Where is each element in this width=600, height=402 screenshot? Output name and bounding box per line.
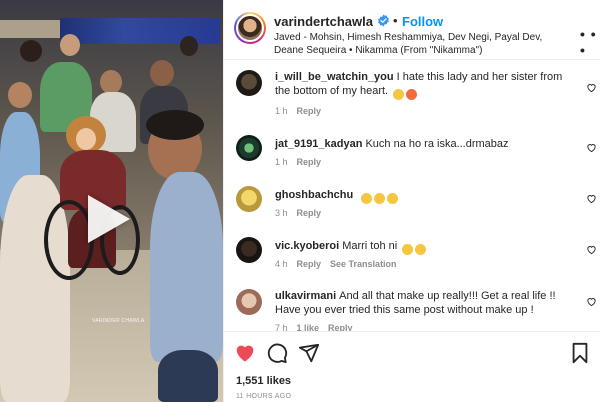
more-options-icon[interactable]: • • •	[580, 26, 600, 58]
woman-face	[76, 128, 96, 150]
emoji-open-mouth: 😮	[415, 244, 427, 255]
comment-username[interactable]: jat_9191_kadyan	[275, 138, 362, 150]
comment-text: jat_9191_kadyan Kuch na ho ra iska...drma…	[275, 137, 575, 151]
reply-button[interactable]: Reply	[297, 106, 322, 116]
comment-avatar[interactable]	[236, 237, 262, 263]
verified-badge-icon	[378, 14, 389, 27]
comment-like-icon[interactable]	[586, 142, 597, 153]
reply-button[interactable]: Reply	[297, 259, 322, 269]
reply-button[interactable]: Reply	[297, 157, 322, 167]
emoji-open-mouth: 😮	[402, 244, 414, 255]
comment-body: Marri toh ni	[342, 240, 398, 252]
comment-icon[interactable]	[266, 342, 288, 364]
comment-meta: 1 h Reply	[275, 106, 330, 116]
save-bookmark-icon[interactable]	[569, 342, 591, 364]
comment-time: 7 h	[275, 323, 288, 331]
post-header: varindertchawla • Follow Javed - Mohsin,…	[224, 0, 600, 60]
comment-item: ulkavirmani And all that make up really!!…	[224, 287, 600, 331]
emoji-rofl: 🤣	[374, 193, 386, 204]
comment-like-icon[interactable]	[586, 244, 597, 255]
crowd-head	[100, 70, 122, 94]
comment-like-icon[interactable]	[586, 296, 597, 307]
author-avatar[interactable]	[234, 12, 266, 44]
wheelchair-wheel	[44, 200, 94, 280]
post-panel: varindertchawla • Follow Javed - Mohsin,…	[223, 0, 600, 402]
comment-item: jat_9191_kadyan Kuch na ho ra iska...drma…	[224, 133, 600, 173]
comment-text: ghoshbachchu 😜🤣😂	[275, 188, 575, 204]
comment-item: vic.kyoberoiMarri toh ni 😮😮 4 h Reply See …	[224, 235, 600, 275]
comment-meta: 3 h Reply	[275, 208, 330, 218]
follow-button[interactable]: Follow	[402, 14, 443, 29]
video-watermark: VARINDER CHAWLA	[92, 318, 145, 324]
share-icon[interactable]	[298, 342, 320, 364]
man-hair	[146, 110, 204, 140]
comment-like-count[interactable]: 1 like	[297, 323, 320, 331]
comment-avatar[interactable]	[236, 289, 262, 315]
crowd-head	[60, 34, 80, 56]
post-video[interactable]: VARINDER CHAWLA	[0, 0, 223, 402]
comment-time: 3 h	[275, 208, 288, 218]
emoji-tears-of-joy: 😂	[387, 193, 399, 204]
comment-username[interactable]: ghoshbachchu	[275, 189, 353, 201]
crowd-head	[180, 36, 198, 56]
author-username[interactable]: varindertchawla	[274, 14, 373, 29]
comment-text: vic.kyoberoiMarri toh ni 😮😮	[275, 239, 575, 255]
comment-text: ulkavirmani And all that make up really!!…	[275, 289, 575, 317]
comment-username[interactable]: ulkavirmani	[275, 290, 336, 302]
like-count[interactable]: 1,551 likes	[236, 375, 291, 387]
reply-button[interactable]: Reply	[297, 208, 322, 218]
comment-item: ghoshbachchu 😜🤣😂 3 h Reply	[224, 184, 600, 224]
header-separator: •	[393, 13, 398, 28]
emoji-winking-tongue: 😜	[361, 193, 373, 204]
emoji-weary: 😩	[393, 89, 405, 100]
post-actions: 1,551 likes 11 HOURS AGO	[224, 331, 600, 402]
comment-username[interactable]: i_will_be_watchin_you	[275, 71, 394, 83]
comment-avatar[interactable]	[236, 135, 262, 161]
comment-item: i_will_be_watchin_you I hate this lady an…	[224, 68, 600, 128]
comment-time: 1 h	[275, 106, 288, 116]
comment-like-icon[interactable]	[586, 193, 597, 204]
crowd-head	[20, 40, 42, 62]
comment-avatar[interactable]	[236, 186, 262, 212]
man-jeans	[158, 350, 218, 402]
comment-avatar[interactable]	[236, 70, 262, 96]
comment-meta: 4 h Reply See Translation	[275, 259, 406, 269]
comment-text: i_will_be_watchin_you I hate this lady an…	[275, 70, 575, 100]
reply-button[interactable]: Reply	[328, 323, 353, 331]
comment-time: 1 h	[275, 157, 288, 167]
crowd-head	[8, 82, 32, 108]
comment-like-icon[interactable]	[586, 82, 597, 93]
audio-attribution[interactable]: Javed - Mohsin, Himesh Reshammiya, Dev N…	[274, 31, 564, 57]
see-translation-button[interactable]: See Translation	[330, 259, 397, 269]
play-icon[interactable]	[88, 195, 130, 243]
comment-username[interactable]: vic.kyoberoi	[275, 240, 339, 252]
emoji-heart-eyes: 😍	[406, 89, 418, 100]
comment-time: 4 h	[275, 259, 288, 269]
comment-meta: 7 h 1 like Reply	[275, 323, 362, 331]
comments-list: i_will_be_watchin_you I hate this lady an…	[224, 61, 600, 331]
like-heart-icon[interactable]	[234, 342, 256, 364]
background-sign	[0, 20, 60, 38]
comment-meta: 1 h Reply	[275, 157, 330, 167]
post-timestamp: 11 HOURS AGO	[236, 393, 292, 400]
man-shirt	[150, 172, 223, 362]
comment-body: Kuch na ho ra iska...drmabaz	[365, 138, 509, 150]
crowd-head	[150, 60, 174, 86]
